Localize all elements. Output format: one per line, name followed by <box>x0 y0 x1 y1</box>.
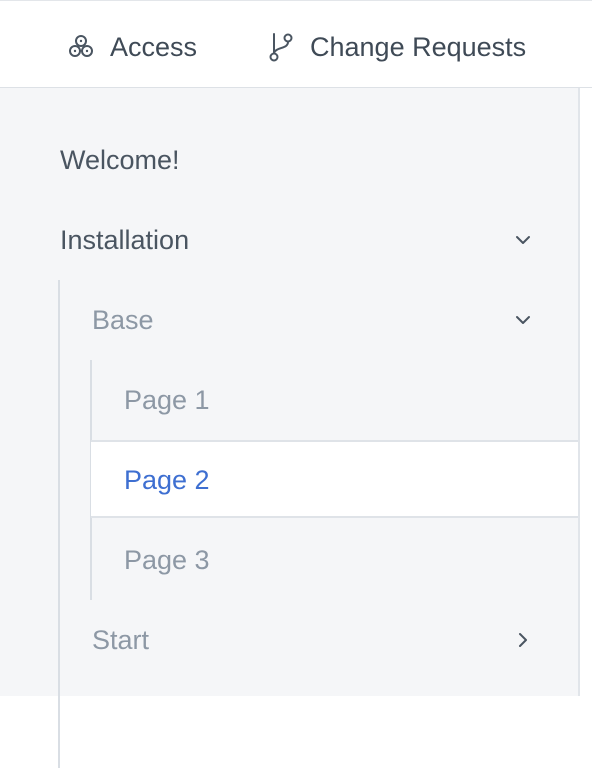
sidebar-item-label: Welcome! <box>60 144 180 175</box>
access-icon <box>64 30 98 64</box>
chevron-down-icon[interactable] <box>512 229 534 251</box>
chevron-right-icon[interactable] <box>512 629 534 651</box>
sidebar: Welcome! Installation Base Page 1 Page 2… <box>0 88 580 768</box>
sidebar-item-label: Start <box>92 624 150 655</box>
sidebar-item-page-3[interactable]: Page 3 <box>124 521 578 599</box>
tab-change-requests-label: Change Requests <box>310 31 527 62</box>
tree-guide-line <box>58 280 60 768</box>
tab-access-label: Access <box>110 31 198 62</box>
sidebar-item-label: Page 1 <box>124 384 210 415</box>
sidebar-item-label: Installation <box>60 224 190 255</box>
tab-change-requests[interactable]: Change Requests <box>264 29 526 65</box>
branch-icon <box>264 30 298 64</box>
sidebar-item-welcome[interactable]: Welcome! <box>60 121 578 199</box>
sidebar-item-page-1[interactable]: Page 1 <box>124 361 578 439</box>
top-navigation: Access Change Requests <box>0 0 592 88</box>
sidebar-item-base[interactable]: Base <box>92 281 578 359</box>
tab-access[interactable]: Access <box>64 29 197 65</box>
sidebar-item-label: Page 2 <box>124 464 210 495</box>
sidebar-item-page-2[interactable]: Page 2 <box>124 441 578 519</box>
sidebar-item-label: Base <box>92 304 154 335</box>
sidebar-item-start[interactable]: Start <box>92 601 578 679</box>
sidebar-item-label: Page 3 <box>124 544 210 575</box>
sidebar-item-installation[interactable]: Installation <box>60 201 578 279</box>
chevron-down-icon[interactable] <box>512 309 534 331</box>
